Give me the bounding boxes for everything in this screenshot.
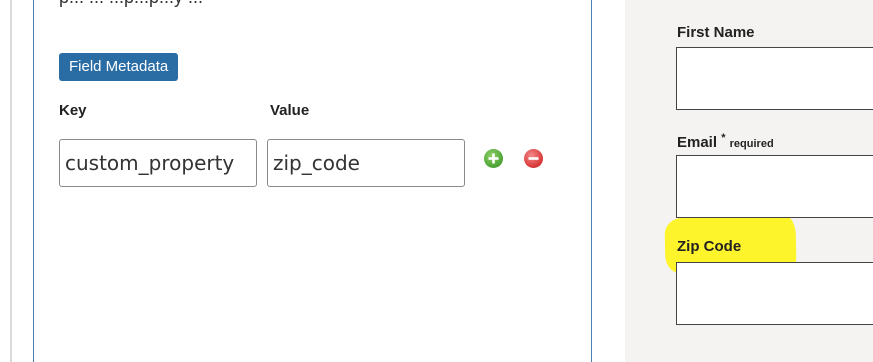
form-preview-panel: First Name Email * required Zip Code: [625, 0, 873, 362]
first-name-label: First Name: [677, 24, 755, 41]
required-asterisk: *: [721, 132, 726, 144]
email-label: Email * required: [677, 132, 774, 151]
email-field[interactable]: [676, 155, 873, 218]
left-gutter-divider: [10, 0, 12, 362]
email-label-text: Email: [677, 134, 718, 151]
zip-code-field[interactable]: [676, 262, 873, 325]
plus-circle-icon: [488, 153, 499, 164]
field-metadata-badge: Field Metadata: [59, 53, 179, 81]
minus-circle-icon: [528, 157, 539, 160]
screenshot-canvas: p... ... ...p...p...y ... Field Metadata…: [0, 0, 873, 362]
value-column-label: Value: [270, 102, 310, 119]
add-metadata-button[interactable]: [484, 149, 503, 168]
required-note: required: [729, 138, 774, 150]
key-column-label: Key: [59, 102, 87, 119]
remove-metadata-button[interactable]: [524, 149, 543, 168]
truncated-help-text: p... ... ...p...p...y ...: [59, 0, 203, 8]
metadata-key-input[interactable]: [59, 139, 257, 187]
field-editor-panel: p... ... ...p...p...y ... Field Metadata…: [33, 0, 592, 362]
zip-code-label: Zip Code: [677, 238, 742, 255]
metadata-value-input[interactable]: [267, 139, 465, 187]
first-name-field[interactable]: [676, 47, 873, 110]
